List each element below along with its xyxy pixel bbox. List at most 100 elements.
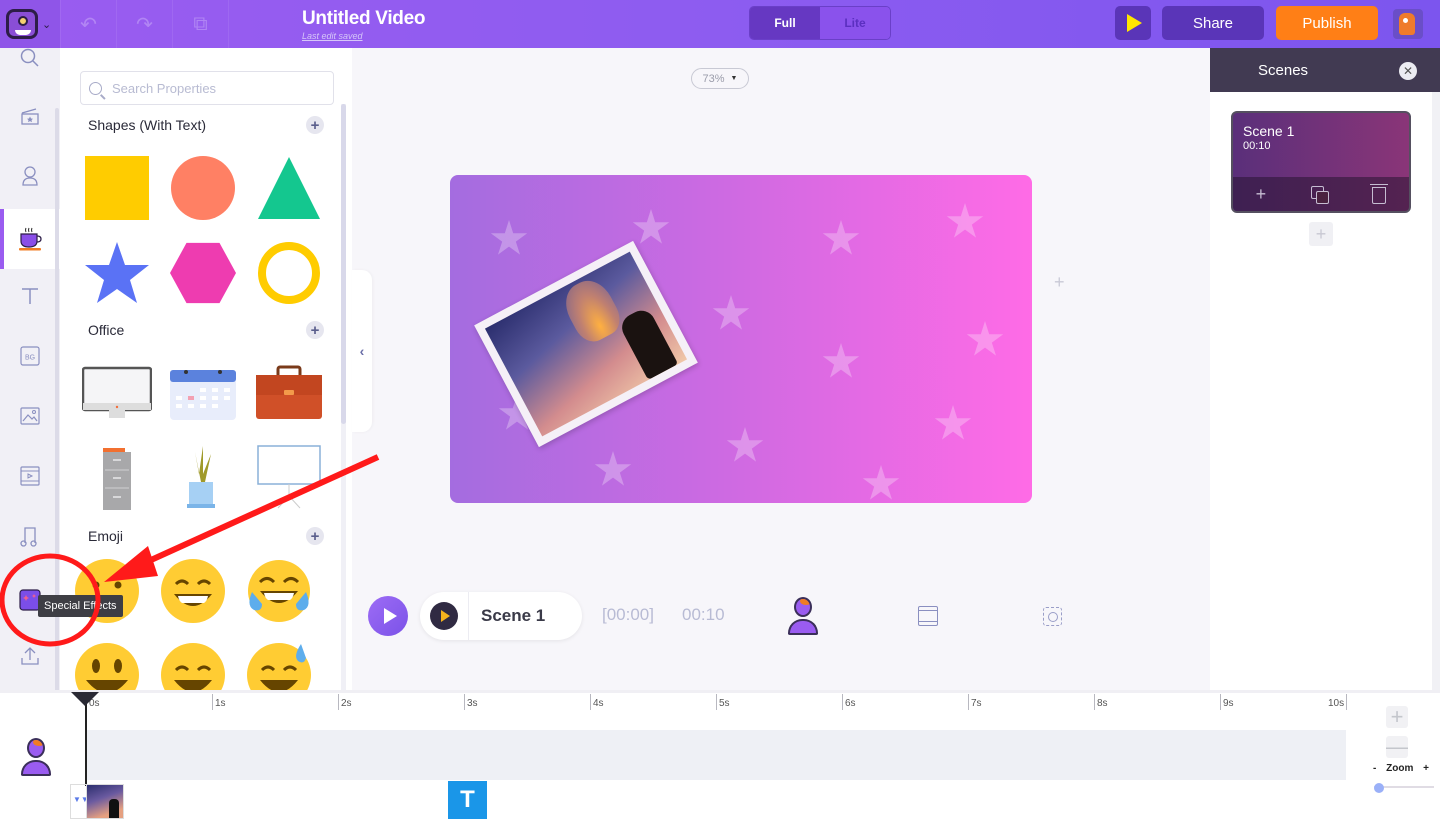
sky-lantern-photo[interactable] bbox=[474, 240, 698, 448]
star-decoration bbox=[490, 220, 528, 255]
zoom-minus-label: - bbox=[1373, 763, 1377, 774]
share-button[interactable]: Share bbox=[1162, 6, 1264, 40]
timeline-tick: 9s bbox=[1220, 694, 1234, 710]
emoji-sweat-smile[interactable] bbox=[246, 642, 312, 690]
office-calendar[interactable] bbox=[168, 360, 238, 426]
video-title[interactable]: Untitled Video bbox=[302, 8, 425, 30]
add-scene-button[interactable]: + bbox=[1309, 222, 1333, 246]
user-avatar[interactable] bbox=[1393, 9, 1423, 39]
publish-button[interactable]: Publish bbox=[1276, 6, 1378, 40]
shape-circle[interactable] bbox=[170, 155, 236, 221]
search-icon bbox=[20, 48, 39, 67]
delete-scene-icon[interactable] bbox=[1370, 184, 1389, 204]
duplicate-scene-icon[interactable] bbox=[1311, 186, 1330, 204]
rail-item-characters[interactable] bbox=[0, 146, 60, 206]
add-scene-after-button[interactable]: + bbox=[1256, 184, 1267, 205]
properties-panel: Shapes (With Text) + Office + Emoji + bbox=[60, 48, 352, 690]
scene-play-pill[interactable]: Scene 1 bbox=[420, 592, 582, 640]
star-decoration bbox=[934, 405, 972, 440]
toolbar-blank-slot bbox=[228, 0, 284, 48]
play-all-button[interactable] bbox=[368, 596, 408, 636]
scene-canvas[interactable] bbox=[450, 175, 1032, 503]
scene-card-actions: + bbox=[1233, 177, 1409, 211]
star-decoration bbox=[822, 343, 860, 378]
collapse-panel-button[interactable]: ‹ bbox=[352, 270, 372, 432]
scenes-scroll-track[interactable] bbox=[1432, 92, 1440, 690]
timeline-tick: 1s bbox=[212, 694, 226, 710]
mode-full-option[interactable]: Full bbox=[750, 7, 820, 39]
mode-toggle[interactable]: Full Lite bbox=[749, 6, 891, 40]
rail-item-search[interactable] bbox=[0, 28, 60, 88]
playhead-line bbox=[85, 696, 87, 786]
rail-scrollbar[interactable] bbox=[55, 108, 59, 708]
add-scene-plus-icon[interactable]: + bbox=[1054, 272, 1065, 293]
add-emoji-button[interactable]: + bbox=[306, 527, 324, 545]
star-decoration bbox=[712, 295, 750, 330]
shape-square[interactable] bbox=[84, 155, 150, 221]
emoji-grin[interactable] bbox=[160, 558, 226, 624]
office-plant[interactable] bbox=[168, 444, 234, 510]
timeline-zoom-slider-handle[interactable] bbox=[1374, 783, 1384, 793]
rail-item-music[interactable] bbox=[0, 506, 60, 566]
star-decoration bbox=[594, 451, 632, 486]
timeline: 0s 1s 2s 3s 4s 5s 6s 7s 8s 9s 10s ▼▼ T + — - Zoom … bbox=[0, 690, 1440, 819]
duplicate-icon: ⧉ bbox=[193, 12, 208, 35]
rail-item-videos[interactable] bbox=[0, 446, 60, 506]
character-track[interactable] bbox=[86, 730, 1346, 780]
play-scene-button[interactable] bbox=[430, 602, 458, 630]
preview-button[interactable] bbox=[1115, 6, 1151, 40]
coffee-cup-icon bbox=[19, 227, 42, 251]
top-bar: ⌄ ↶ ↷ ⧉ Untitled Video Last edit saved F… bbox=[0, 0, 1440, 48]
office-projector-screen[interactable] bbox=[256, 444, 322, 510]
fox-avatar-icon bbox=[1399, 13, 1415, 35]
rail-item-background[interactable]: BG bbox=[0, 326, 60, 386]
video-clip-icon[interactable] bbox=[918, 606, 938, 626]
rail-item-scenes[interactable] bbox=[0, 86, 60, 146]
properties-scrollbar[interactable] bbox=[341, 104, 346, 424]
character-icon bbox=[22, 166, 38, 186]
character-icon[interactable] bbox=[786, 597, 820, 637]
star-decoration bbox=[966, 321, 1004, 356]
rail-item-properties[interactable] bbox=[0, 209, 60, 269]
mode-lite-option[interactable]: Lite bbox=[820, 7, 890, 39]
rail-item-upload[interactable] bbox=[0, 626, 60, 686]
scenes-panel: Scenes ✕ Scene 1 00:10 + + bbox=[1210, 48, 1440, 690]
clip-transition-icon[interactable]: ▼▼ bbox=[70, 784, 89, 819]
add-office-button[interactable]: + bbox=[306, 321, 324, 339]
office-file-cabinet[interactable] bbox=[84, 444, 150, 510]
text-clip[interactable]: T bbox=[448, 781, 487, 819]
shape-triangle[interactable] bbox=[256, 155, 322, 221]
rail-item-text[interactable] bbox=[0, 266, 60, 326]
rail-item-images[interactable] bbox=[0, 386, 60, 446]
star-decoration bbox=[726, 427, 764, 462]
timeline-tick: 4s bbox=[590, 694, 604, 710]
playhead-handle[interactable] bbox=[71, 692, 99, 706]
upload-icon bbox=[21, 647, 39, 665]
zoom-label: Zoom bbox=[1386, 763, 1414, 774]
undo-button[interactable]: ↶ bbox=[60, 0, 116, 48]
search-properties-input[interactable] bbox=[112, 80, 312, 96]
timeline-tick: 10s bbox=[1326, 694, 1348, 710]
office-briefcase[interactable] bbox=[254, 360, 324, 426]
screenshot-icon[interactable] bbox=[1043, 607, 1062, 626]
emoji-tears-of-joy[interactable] bbox=[246, 558, 312, 624]
shape-hexagon[interactable] bbox=[170, 240, 236, 306]
timeline-zoom-out-button[interactable]: — bbox=[1386, 734, 1408, 759]
current-time: [00:00] bbox=[602, 605, 654, 624]
track-character-icon bbox=[19, 738, 53, 778]
emoji-smiley[interactable] bbox=[74, 642, 140, 690]
image-clip[interactable] bbox=[86, 784, 124, 819]
divider bbox=[468, 592, 469, 640]
emoji-beaming[interactable] bbox=[160, 642, 226, 690]
timeline-zoom-in-button[interactable]: + bbox=[1386, 704, 1408, 729]
canvas-zoom-select[interactable]: 73% ▼ bbox=[691, 68, 749, 89]
duplicate-button[interactable]: ⧉ bbox=[172, 0, 228, 48]
add-shapes-button[interactable]: + bbox=[306, 116, 324, 134]
shape-ring[interactable] bbox=[256, 240, 322, 306]
search-properties-box[interactable] bbox=[80, 71, 334, 105]
scene-card[interactable]: Scene 1 00:10 + bbox=[1231, 111, 1411, 213]
office-monitor[interactable] bbox=[82, 360, 152, 426]
shape-star[interactable] bbox=[84, 240, 150, 306]
redo-button[interactable]: ↷ bbox=[116, 0, 172, 48]
close-scenes-button[interactable]: ✕ bbox=[1399, 62, 1417, 80]
